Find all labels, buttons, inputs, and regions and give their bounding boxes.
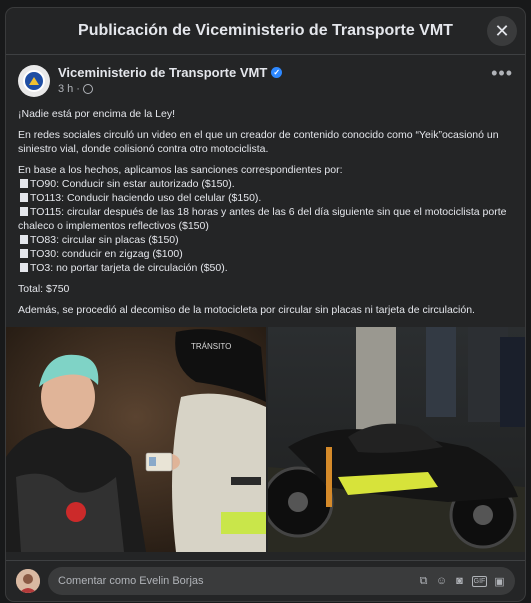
bullet-icon	[20, 207, 28, 216]
modal-header: Publicación de Viceministerio de Transpo…	[6, 8, 525, 55]
more-options-button[interactable]: •••	[491, 63, 513, 84]
globe-icon	[82, 84, 93, 94]
total-line: Total: $750	[18, 283, 70, 295]
bullet-icon	[20, 193, 28, 202]
sanction-item: TO3: no portar tarjeta de circulación ($…	[18, 261, 513, 275]
photo-officer-license[interactable]: TRÁNSITO	[6, 327, 266, 552]
photo-motorcycle[interactable]	[268, 327, 525, 552]
close-icon: ✕	[494, 20, 510, 41]
post-header: Viceministerio de Transporte VMT ✓ 3 h ·…	[6, 55, 525, 97]
verified-badge-icon: ✓	[271, 67, 283, 78]
post-meta: 3 h ·	[58, 83, 282, 95]
author-name[interactable]: Viceministerio de Transporte VMT	[58, 65, 267, 80]
author-name-row: Viceministerio de Transporte VMT ✓	[58, 65, 283, 80]
sanction-item: TO115: circular después de las 18 horas …	[18, 206, 507, 232]
sanction-item: TO113: Conducir haciendo uso del celular…	[18, 191, 513, 205]
comment-placeholder: Comentar como Evelin Borjas	[58, 575, 204, 587]
page-avatar[interactable]	[18, 65, 50, 97]
bullet-icon	[20, 249, 28, 258]
more-icon: •••	[491, 63, 513, 83]
emoji-icon[interactable]: ☺	[436, 575, 447, 587]
sanction-item: TO90: Conducir sin estar autorizado ($15…	[18, 177, 513, 191]
sanctions-intro: En base a los hechos, aplicamos las sanc…	[18, 164, 343, 176]
sticker-alt-icon[interactable]: ▣	[494, 576, 505, 588]
post-modal: Publicación de Viceministerio de Transpo…	[6, 8, 525, 601]
close-button[interactable]: ✕	[487, 16, 517, 46]
sticker-icon[interactable]: ⧉	[418, 575, 429, 587]
comment-tools: ⧉ ☺ ◙ GIF ▣	[418, 575, 505, 588]
modal-title: Publicación de Viceministerio de Transpo…	[78, 22, 453, 39]
photo-caption-transito: TRÁNSITO	[191, 342, 231, 351]
sanction-item: TO30: conducir en zigzag ($100)	[18, 247, 513, 261]
camera-icon[interactable]: ◙	[454, 575, 465, 587]
gif-icon[interactable]: GIF	[472, 575, 487, 587]
post-body: ¡Nadie está por encima de la Ley! En red…	[6, 97, 525, 317]
bullet-icon	[20, 179, 28, 188]
sanction-item: TO83: circular sin placas ($150)	[18, 233, 513, 247]
post-photos: TRÁNSITO	[6, 327, 525, 552]
closing-line: Además, se procedió al decomiso de la mo…	[18, 304, 475, 316]
comment-bar: Comentar como Evelin Borjas ⧉ ☺ ◙ GIF ▣	[6, 560, 525, 601]
bullet-icon	[20, 235, 28, 244]
post-paragraph: En redes sociales circuló un video en el…	[18, 129, 499, 155]
post-headline: ¡Nadie está por encima de la Ley!	[18, 108, 176, 120]
bullet-icon	[20, 263, 28, 272]
emblem-icon	[23, 70, 45, 92]
comment-input[interactable]: Comentar como Evelin Borjas ⧉ ☺ ◙ GIF ▣	[48, 567, 515, 595]
user-avatar[interactable]	[16, 569, 40, 593]
post-time[interactable]: 3 h	[58, 83, 73, 95]
